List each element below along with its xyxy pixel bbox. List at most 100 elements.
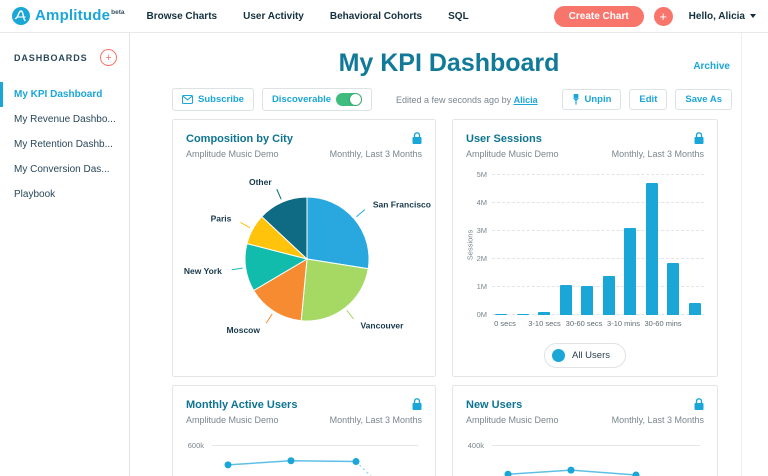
lock-icon <box>693 397 705 411</box>
data-point[interactable] <box>568 467 575 474</box>
archive-link[interactable]: Archive <box>693 61 730 72</box>
edited-status: Edited a few seconds ago by Alicia <box>372 95 561 105</box>
chart-source: Amplitude Music Demo <box>186 149 279 159</box>
pie-label: New York <box>184 266 222 276</box>
pie-slice-san-francisco[interactable] <box>307 197 369 269</box>
chart-title[interactable]: New Users <box>466 399 704 411</box>
bar[interactable] <box>689 303 701 315</box>
edited-text: Edited a few seconds ago by <box>396 95 514 105</box>
projection-line <box>356 462 419 476</box>
chart-title[interactable]: User Sessions <box>466 133 704 145</box>
card-composition-by-city: Composition by City Amplitude Music Demo… <box>172 119 436 377</box>
bar[interactable] <box>646 183 658 315</box>
chart-source: Amplitude Music Demo <box>466 149 559 159</box>
bar[interactable] <box>581 286 593 315</box>
segment-color-dot <box>552 349 565 362</box>
y-tick-label: 2M <box>467 254 487 263</box>
bar[interactable] <box>538 312 550 315</box>
user-menu[interactable]: Hello, Alicia <box>689 11 756 22</box>
pie-label: Vancouver <box>360 320 404 330</box>
pie-leader-line <box>347 310 354 319</box>
pie-leader-line <box>356 210 364 217</box>
y-tick-label: 1M <box>467 282 487 291</box>
pie-label: Paris <box>211 214 232 224</box>
segment-pill-all-users[interactable]: All Users <box>544 343 626 368</box>
nav-link-user-activity[interactable]: User Activity <box>243 11 304 22</box>
pie-label: Moscow <box>226 325 260 335</box>
page-title: My KPI Dashboard <box>130 49 768 78</box>
lock-icon <box>411 131 423 145</box>
bar[interactable] <box>624 228 636 315</box>
subscribe-button[interactable]: Subscribe <box>172 88 254 111</box>
edited-by-link[interactable]: Alicia <box>514 95 538 105</box>
sidebar-item-my-retention-dashb[interactable]: My Retention Dashb... <box>0 132 129 157</box>
pie-leader-line <box>277 189 281 199</box>
pie-leader-line <box>266 314 272 323</box>
bar[interactable] <box>667 263 679 315</box>
chart-source: Amplitude Music Demo <box>186 415 279 425</box>
card-monthly-active-users: Monthly Active Users Amplitude Music Dem… <box>172 385 436 476</box>
unpin-button[interactable]: Unpin <box>562 89 622 110</box>
envelope-icon <box>182 95 193 104</box>
dashboard-list: My KPI DashboardMy Revenue Dashbo...My R… <box>0 82 129 207</box>
pie-slice-vancouver[interactable] <box>301 259 368 321</box>
chart-range: Monthly, Last 3 Months <box>330 415 422 425</box>
primary-nav: Browse Charts User Activity Behavioral Coh… <box>147 11 469 22</box>
top-nav: Amplitudebeta Browse Charts User Activity… <box>0 0 768 33</box>
discoverable-toggle[interactable] <box>336 93 362 106</box>
y-tick-label: 3M <box>467 226 487 235</box>
sidebar-item-my-kpi-dashboard[interactable]: My KPI Dashboard <box>0 82 129 107</box>
data-point[interactable] <box>633 472 640 476</box>
pin-icon <box>572 94 580 105</box>
sidebar-item-my-revenue-dashbo[interactable]: My Revenue Dashbo... <box>0 107 129 132</box>
user-greeting: Hello, Alicia <box>689 11 745 22</box>
nav-link-behavioral-cohorts[interactable]: Behavioral Cohorts <box>330 11 422 22</box>
pie-leader-line <box>232 268 243 270</box>
nav-link-browse-charts[interactable]: Browse Charts <box>147 11 218 22</box>
bar[interactable] <box>603 276 615 315</box>
add-dashboard-button[interactable]: + <box>100 49 117 66</box>
amplitude-logo[interactable]: Amplitudebeta <box>12 7 125 25</box>
subscribe-label: Subscribe <box>198 94 244 105</box>
x-axis-labels: 0 secs3-10 secs30-60 secs3-10 mins30-60 … <box>492 319 704 331</box>
discoverable-label: Discoverable <box>272 94 331 105</box>
y-tick-label: 600k <box>186 441 212 450</box>
chart-source: Amplitude Music Demo <box>466 415 559 425</box>
discoverable-button[interactable]: Discoverable <box>262 88 372 111</box>
logo-text: Amplitude <box>35 7 110 24</box>
chart-range: Monthly, Last 3 Months <box>612 415 704 425</box>
chart-title[interactable]: Monthly Active Users <box>186 399 422 411</box>
pie-label: Other <box>249 177 272 187</box>
chart-range: Monthly, Last 3 Months <box>612 149 704 159</box>
lock-icon <box>411 397 423 411</box>
pie-chart[interactable]: San FranciscoVancouverMoscowNew YorkPari… <box>186 167 424 357</box>
line-chart[interactable]: 400k300k <box>466 437 704 476</box>
data-point[interactable] <box>288 457 295 464</box>
chart-title[interactable]: Composition by City <box>186 133 422 145</box>
bar[interactable] <box>560 285 572 315</box>
sidebar-item-my-conversion-das[interactable]: My Conversion Das... <box>0 157 129 182</box>
scrollbar-gutter[interactable] <box>741 33 768 476</box>
edit-button[interactable]: Edit <box>629 89 667 110</box>
x-tick-label: 30-60 mins <box>633 319 693 328</box>
y-tick-label: 5M <box>467 170 487 179</box>
segment-label: All Users <box>572 350 610 361</box>
data-point[interactable] <box>353 458 360 465</box>
sidebar-item-playbook[interactable]: Playbook <box>0 182 129 207</box>
save-as-button[interactable]: Save As <box>675 89 732 110</box>
bar[interactable] <box>495 314 507 316</box>
bars <box>492 175 704 315</box>
line-chart[interactable]: 600k <box>186 437 422 476</box>
bar-chart[interactable]: Sessions 0M1M2M3M4M5M <box>492 175 704 315</box>
dashboard-controls: Subscribe Discoverable Edited a few seco… <box>172 88 732 111</box>
quick-add-button[interactable]: + <box>654 7 673 26</box>
data-point[interactable] <box>225 461 232 468</box>
y-tick-label: 0M <box>467 310 487 319</box>
main-content: My KPI Dashboard Archive Subscribe Disco… <box>130 33 768 476</box>
nav-link-sql[interactable]: SQL <box>448 11 469 22</box>
data-point[interactable] <box>505 471 512 476</box>
create-chart-button[interactable]: Create Chart <box>554 6 644 27</box>
line-plot <box>500 437 705 476</box>
bar[interactable] <box>517 314 529 316</box>
chevron-down-icon <box>750 14 756 18</box>
